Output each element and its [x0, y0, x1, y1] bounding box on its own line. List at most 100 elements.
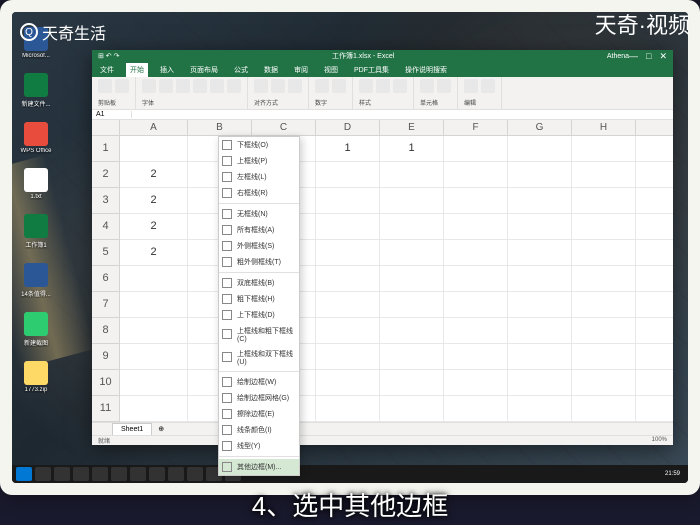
- maximize-button[interactable]: □: [646, 51, 651, 62]
- tell-me[interactable]: 操作说明搜索: [401, 63, 451, 77]
- user-name[interactable]: Athena: [607, 53, 629, 60]
- cell[interactable]: [120, 370, 188, 395]
- cell[interactable]: [508, 318, 572, 343]
- col-header[interactable]: E: [380, 120, 444, 135]
- cell[interactable]: [316, 214, 380, 239]
- cell[interactable]: [444, 188, 508, 213]
- desktop-icon[interactable]: 工作簿1: [20, 214, 52, 249]
- tab-insert[interactable]: 插入: [156, 63, 178, 77]
- cell[interactable]: [316, 292, 380, 317]
- taskbar-item[interactable]: [168, 467, 184, 481]
- menu-top-border[interactable]: 上框线(P): [219, 153, 299, 169]
- row-header[interactable]: 11: [92, 396, 119, 422]
- cell[interactable]: [120, 266, 188, 291]
- cell[interactable]: [508, 266, 572, 291]
- cell[interactable]: [380, 214, 444, 239]
- cell[interactable]: [120, 136, 188, 161]
- col-header[interactable]: D: [316, 120, 380, 135]
- cell[interactable]: [380, 240, 444, 265]
- taskbar-item[interactable]: [111, 467, 127, 481]
- add-sheet-button[interactable]: ⊕: [158, 425, 164, 433]
- taskbar-item[interactable]: [149, 467, 165, 481]
- cell[interactable]: [508, 396, 572, 421]
- row-header[interactable]: 5: [92, 240, 119, 266]
- col-header[interactable]: B: [188, 120, 252, 135]
- col-header[interactable]: C: [252, 120, 316, 135]
- menu-thick-bottom[interactable]: 粗下框线(H): [219, 291, 299, 307]
- desktop-icon[interactable]: 14条值得...: [20, 263, 52, 298]
- col-header[interactable]: H: [572, 120, 636, 135]
- row-header[interactable]: 10: [92, 370, 119, 396]
- ribbon-align[interactable]: 对齐方式: [248, 77, 309, 109]
- cell[interactable]: 2: [120, 240, 188, 265]
- row-header[interactable]: 1: [92, 136, 119, 162]
- row-header[interactable]: 8: [92, 318, 119, 344]
- col-header[interactable]: G: [508, 120, 572, 135]
- menu-line-color[interactable]: 线条颜色(I): [219, 422, 299, 438]
- cell[interactable]: [380, 292, 444, 317]
- cell[interactable]: [572, 188, 636, 213]
- tab-layout[interactable]: 页面布局: [186, 63, 222, 77]
- menu-bottom-border[interactable]: 下框线(O): [219, 137, 299, 153]
- cell[interactable]: [508, 162, 572, 187]
- ribbon-edit[interactable]: 编辑: [458, 77, 502, 109]
- cell[interactable]: [444, 136, 508, 161]
- cell[interactable]: [444, 292, 508, 317]
- select-all-corner[interactable]: [92, 120, 119, 136]
- start-button[interactable]: [16, 467, 32, 481]
- cell[interactable]: [316, 240, 380, 265]
- cell[interactable]: [508, 136, 572, 161]
- cell[interactable]: [508, 344, 572, 369]
- desktop-icon[interactable]: 新建文件...: [20, 73, 52, 108]
- cell[interactable]: [444, 344, 508, 369]
- taskbar-search[interactable]: [35, 467, 51, 481]
- cell[interactable]: [444, 266, 508, 291]
- row-header[interactable]: 9: [92, 344, 119, 370]
- window-titlebar[interactable]: ⊞ ↶ ↷ 工作簿1.xlsx - Excel Athena — □ ✕: [92, 50, 673, 63]
- cell[interactable]: [508, 188, 572, 213]
- cell[interactable]: [444, 370, 508, 395]
- tab-home[interactable]: 开始: [126, 63, 148, 77]
- desktop-icon[interactable]: WPS Office: [20, 122, 52, 154]
- tab-view[interactable]: 视图: [320, 63, 342, 77]
- cell[interactable]: [380, 318, 444, 343]
- cell[interactable]: [572, 370, 636, 395]
- ribbon-cells[interactable]: 单元格: [414, 77, 458, 109]
- menu-line-style[interactable]: 线型(Y): [219, 438, 299, 454]
- menu-all-borders[interactable]: 所有框线(A): [219, 222, 299, 238]
- cell[interactable]: [120, 292, 188, 317]
- cell[interactable]: [444, 214, 508, 239]
- cell[interactable]: [316, 188, 380, 213]
- cell[interactable]: [316, 344, 380, 369]
- taskbar-item[interactable]: [92, 467, 108, 481]
- row-header[interactable]: 4: [92, 214, 119, 240]
- cell[interactable]: [508, 240, 572, 265]
- cell[interactable]: [508, 214, 572, 239]
- ribbon-styles[interactable]: 样式: [353, 77, 414, 109]
- row-header[interactable]: 6: [92, 266, 119, 292]
- cell[interactable]: 1: [316, 136, 380, 161]
- cell[interactable]: [316, 318, 380, 343]
- tab-file[interactable]: 文件: [96, 63, 118, 77]
- name-box[interactable]: A1: [92, 111, 132, 118]
- quick-access[interactable]: ⊞ ↶ ↷: [98, 52, 120, 60]
- row-header[interactable]: 3: [92, 188, 119, 214]
- cell[interactable]: [380, 266, 444, 291]
- cell[interactable]: [120, 396, 188, 421]
- menu-top-thick-bottom[interactable]: 上框线和粗下框线(C): [219, 323, 299, 346]
- col-header[interactable]: F: [444, 120, 508, 135]
- menu-thick-outside[interactable]: 粗外侧框线(T): [219, 254, 299, 270]
- sheet-tab[interactable]: Sheet1: [112, 423, 152, 435]
- cell[interactable]: [572, 136, 636, 161]
- cell[interactable]: [120, 344, 188, 369]
- cell[interactable]: 1: [380, 136, 444, 161]
- menu-outside-border[interactable]: 外侧框线(S): [219, 238, 299, 254]
- row-header[interactable]: 7: [92, 292, 119, 318]
- cell[interactable]: 2: [120, 162, 188, 187]
- cell[interactable]: [380, 162, 444, 187]
- cell[interactable]: 2: [120, 214, 188, 239]
- cell[interactable]: [572, 396, 636, 421]
- row-header[interactable]: 2: [92, 162, 119, 188]
- taskbar-clock[interactable]: 21:59: [661, 471, 684, 477]
- ribbon-font[interactable]: 字体: [136, 77, 248, 109]
